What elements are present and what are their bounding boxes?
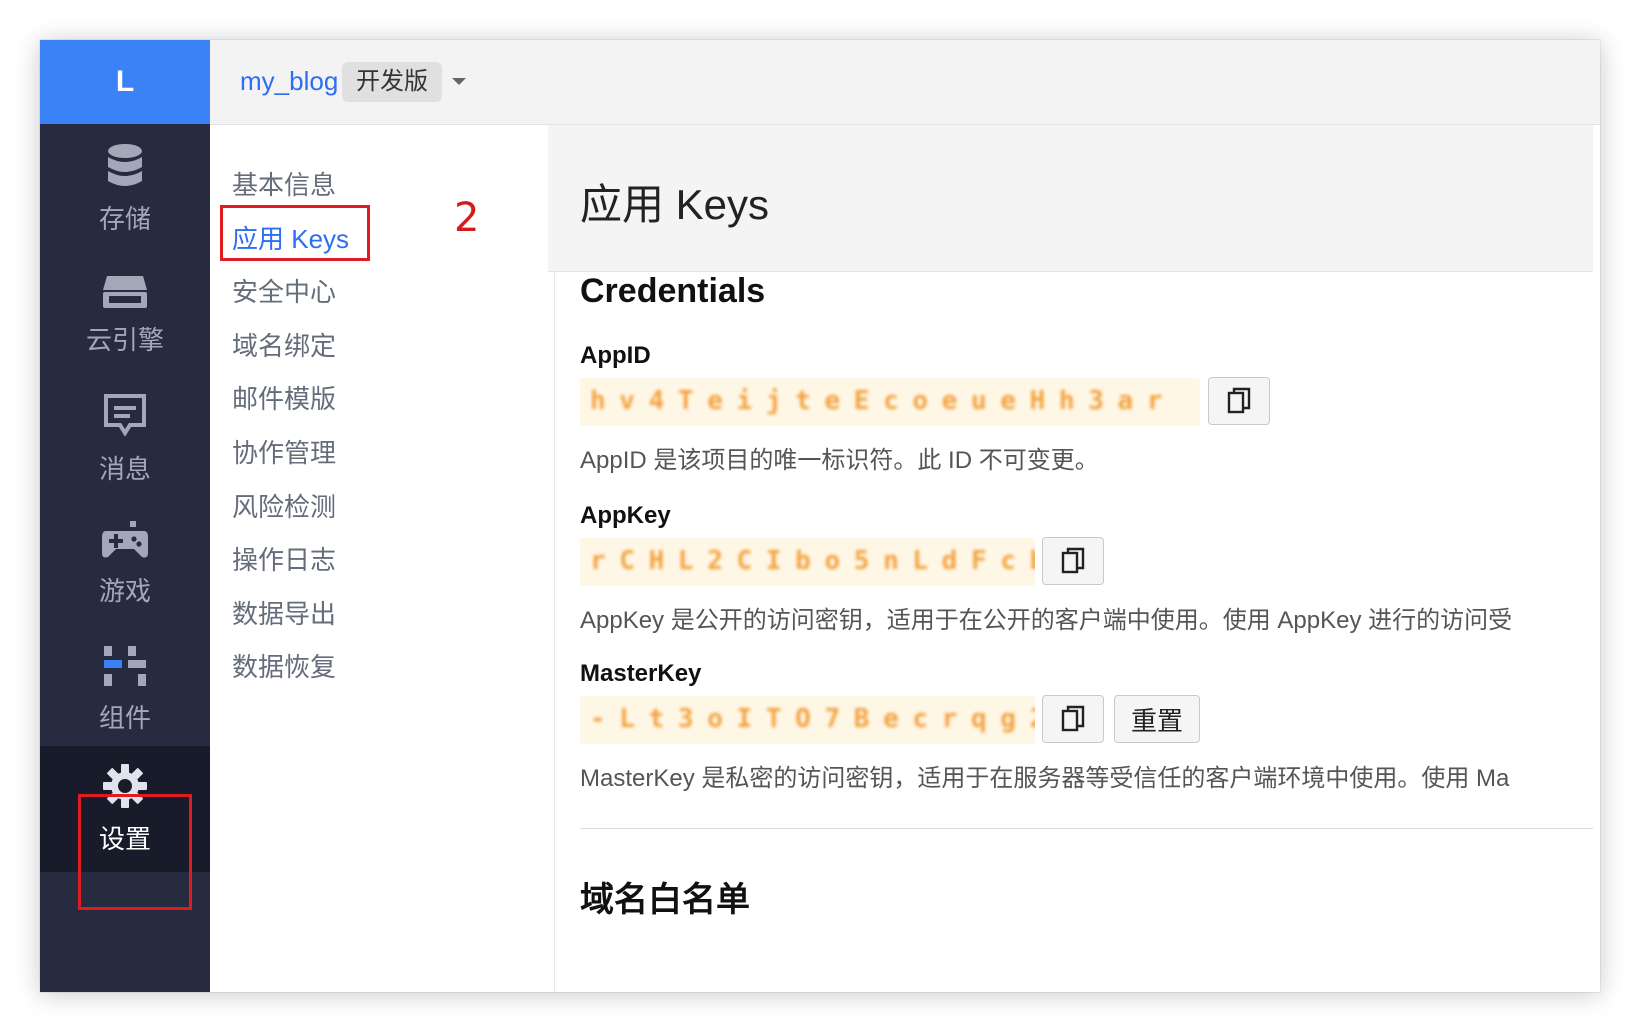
appid-value-text: h v 4 T e i j t e E c o e u e H h 3 a r: [590, 386, 1162, 416]
copy-icon: [1227, 387, 1251, 414]
submenu-item-data-export[interactable]: 数据导出: [232, 594, 336, 631]
nav-item-label: 存储: [98, 203, 151, 234]
message-icon: [104, 393, 146, 437]
page-title: 应用 Keys: [580, 181, 770, 228]
credentials-heading: Credentials: [580, 272, 766, 310]
annotation-number-2: 2: [454, 195, 480, 241]
nav-item-messages[interactable]: 消息: [40, 374, 210, 504]
nav-item-label: 游戏: [98, 575, 151, 606]
masterkey-value-text: - L t 3 o I T O 7 B e c r q g 2 k: [590, 704, 1035, 734]
nav-item-label: 消息: [98, 453, 151, 484]
submenu-item-data-restore[interactable]: 数据恢复: [232, 647, 336, 684]
app-logo[interactable]: L: [40, 40, 210, 124]
components-icon: [104, 645, 146, 686]
nav-item-storage[interactable]: 存储: [40, 124, 210, 254]
submenu-item-domain-binding[interactable]: 域名绑定: [232, 326, 336, 363]
top-bar: my_blog 开发版: [210, 40, 1600, 125]
nav-item-label: 组件: [98, 702, 151, 733]
appid-description: AppID 是该项目的唯一标识符。此 ID 不可变更。: [580, 447, 1099, 474]
chevron-down-icon[interactable]: [450, 76, 468, 88]
nav-item-label: 云引擎: [85, 324, 164, 355]
reset-masterkey-button[interactable]: 重置: [1114, 695, 1200, 743]
environment-badge[interactable]: 开发版: [342, 62, 442, 102]
app-window: L 存储 云引擎 消息 游戏 组件 设置 my_blog 开发版 基本信息 应用…: [40, 40, 1600, 992]
submenu-item-risk-detection[interactable]: 风险检测: [232, 487, 336, 524]
gamepad-icon: [102, 520, 148, 557]
appkey-value-text: r C H L 2 C I b o 5 n L d F c b v C a: [590, 546, 1035, 576]
database-icon: [108, 143, 142, 186]
section-divider: [580, 828, 1593, 829]
content-body: Credentials AppID h v 4 T e i j t e E c …: [548, 232, 1593, 952]
masterkey-description: MasterKey 是私密的访问密钥，适用于在服务器等受信任的客户端环境中使用。…: [580, 765, 1510, 792]
submenu-item-basic-info[interactable]: 基本信息: [232, 165, 336, 202]
submenu-item-collaboration[interactable]: 协作管理: [232, 433, 336, 470]
app-name-link[interactable]: my_blog: [240, 66, 338, 97]
copy-icon: [1061, 547, 1085, 574]
nav-item-games[interactable]: 游戏: [40, 498, 210, 628]
masterkey-value[interactable]: - L t 3 o I T O 7 B e c r q g 2 k: [580, 696, 1035, 744]
appid-value[interactable]: h v 4 T e i j t e E c o e u e H h 3 a r: [580, 378, 1200, 426]
appkey-description: AppKey 是公开的访问密钥，适用于在公开的客户端中使用。使用 AppKey …: [580, 607, 1513, 634]
nav-item-cloud-engine[interactable]: 云引擎: [40, 250, 210, 380]
annotation-highlight-settings: [78, 794, 192, 910]
appid-label: AppID: [580, 342, 651, 369]
copy-masterkey-button[interactable]: [1042, 695, 1104, 743]
domain-whitelist-heading: 域名白名单: [580, 881, 750, 919]
copy-appkey-button[interactable]: [1042, 537, 1104, 585]
masterkey-label: MasterKey: [580, 660, 702, 687]
server-icon: [103, 275, 147, 308]
submenu-item-operation-log[interactable]: 操作日志: [232, 540, 336, 577]
copy-icon: [1061, 705, 1085, 732]
appkey-value[interactable]: r C H L 2 C I b o 5 n L d F c b v C a: [580, 538, 1035, 586]
copy-appid-button[interactable]: [1208, 377, 1270, 425]
nav-item-components[interactable]: 组件: [40, 624, 210, 754]
submenu-item-security-center[interactable]: 安全中心: [232, 272, 336, 309]
annotation-highlight-app-keys: [220, 205, 370, 261]
appkey-label: AppKey: [580, 502, 671, 529]
submenu-item-email-templates[interactable]: 邮件模版: [232, 379, 336, 416]
